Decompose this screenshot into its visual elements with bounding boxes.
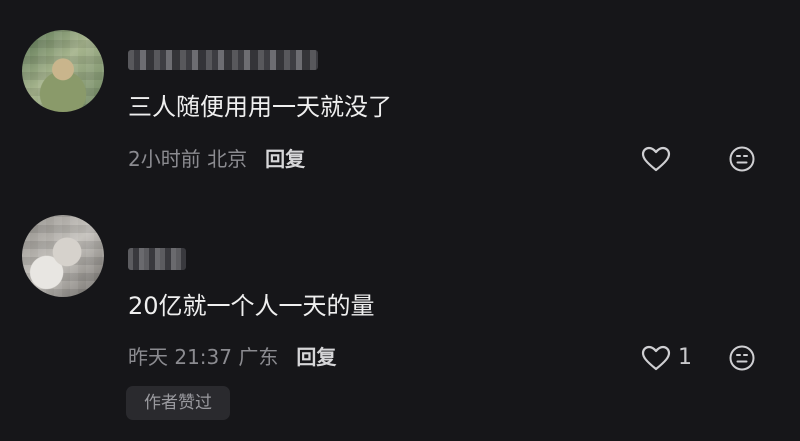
avatar[interactable]	[22, 215, 104, 297]
reaction-button[interactable]	[728, 145, 756, 177]
heart-icon	[641, 146, 671, 172]
comment-time-location: 2小时前 北京	[128, 147, 248, 171]
heart-icon	[641, 345, 671, 371]
comment-item: 三人随便用用一天就没了 2小时前 北京 回复	[0, 0, 800, 205]
avatar[interactable]	[22, 30, 104, 112]
reaction-button[interactable]	[728, 344, 756, 376]
like-button[interactable]: 1	[640, 344, 692, 372]
reply-button[interactable]: 回复	[296, 345, 336, 369]
username-blurred[interactable]	[128, 50, 318, 70]
comment-item: 20亿就一个人一天的量 昨天 21:37 广东 回复 1 作者赞过	[0, 205, 800, 441]
comment-meta: 2小时前 北京 回复	[128, 146, 305, 172]
comment-text: 三人随便用用一天就没了	[128, 93, 392, 121]
comment-meta: 昨天 21:37 广东 回复	[128, 344, 336, 370]
comment-text: 20亿就一个人一天的量	[128, 292, 375, 320]
author-liked-badge: 作者赞过	[126, 386, 230, 420]
like-button[interactable]	[640, 145, 678, 173]
username-blurred[interactable]	[128, 248, 186, 270]
like-count: 1	[678, 345, 692, 370]
smiley-icon	[729, 345, 755, 371]
smiley-icon	[729, 146, 755, 172]
comment-time-location: 昨天 21:37 广东	[128, 345, 279, 369]
reply-button[interactable]: 回复	[265, 147, 305, 171]
